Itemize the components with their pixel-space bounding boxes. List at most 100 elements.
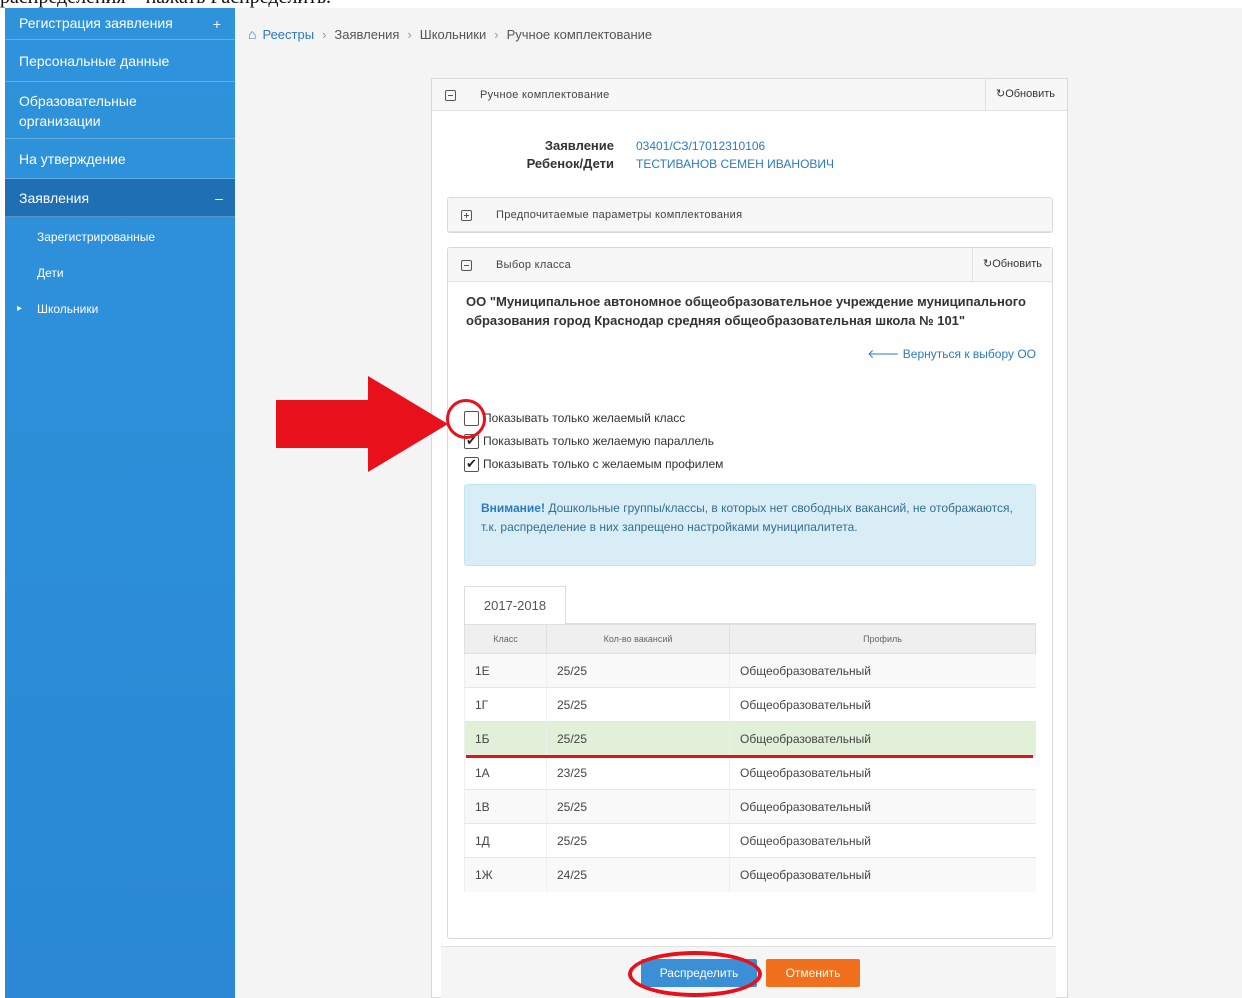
info-alert: Внимание! Дошкольные группы/классы, в ко… <box>464 484 1036 566</box>
cell-profile: Общеобразовательный <box>729 687 1036 722</box>
sidebar-item-orgs[interactable]: Образовательные организации <box>5 82 235 139</box>
cell-class: 1Д <box>464 823 547 858</box>
breadcrumb-item-registries[interactable]: Реестры <box>262 27 314 42</box>
sidebar-subitem-children[interactable]: Дети <box>5 259 235 287</box>
sidebar-item-label: Регистрация заявления <box>19 15 173 31</box>
breadcrumb-item-applications[interactable]: Заявления <box>334 27 399 42</box>
annotation-circle <box>446 399 486 439</box>
cell-profile: Общеобразовательный <box>729 789 1036 824</box>
column-header-profile[interactable]: Профиль <box>729 624 1036 654</box>
table-row[interactable]: 1Д 25/25 Общеобразовательный <box>464 823 1036 858</box>
panel-title: Ручное комплектование <box>480 89 610 101</box>
cell-class: 1Ж <box>464 857 547 892</box>
collapse-icon[interactable] <box>461 260 472 271</box>
table-row[interactable]: 1Ж 24/25 Общеобразовательный <box>464 857 1036 892</box>
chevron-right-icon: › <box>407 27 412 42</box>
tab-year[interactable]: 2017-2018 <box>464 586 566 624</box>
arrow-left-icon: 🡐 <box>867 347 903 361</box>
refresh-icon: ↻ <box>995 88 1006 100</box>
table-row[interactable]: 1Г 25/25 Общеобразовательный <box>464 687 1036 722</box>
cell-vacancies: 25/25 <box>546 687 730 722</box>
cell-profile: Общеобразовательный <box>729 653 1036 688</box>
annotation-circle <box>628 951 762 997</box>
class-selection-panel: Выбор класса ↻Обновить ОО "Муниципальное… <box>447 247 1053 939</box>
application-number[interactable]: 03401/СЗ/17012310106 <box>636 139 765 153</box>
breadcrumb-item-pupils[interactable]: Школьники <box>420 27 486 42</box>
table-row-selected[interactable]: 1Б 25/25 Общеобразовательный <box>464 721 1036 756</box>
table-row[interactable]: 1А 23/25 Общеобразовательный <box>464 755 1036 790</box>
panel-header: Ручное комплектование ↻Обновить <box>432 79 1067 111</box>
cell-class: 1А <box>464 755 547 790</box>
alert-text: Дошкольные группы/классы, в которых нет … <box>481 501 1013 534</box>
table-row[interactable]: 1Е 25/25 Общеобразовательный <box>464 653 1036 688</box>
annotation-arrow-icon <box>276 376 448 472</box>
sidebar-item-label: Персональные данные <box>19 53 170 69</box>
refresh-button[interactable]: ↻Обновить <box>984 79 1055 110</box>
plus-icon: + <box>212 15 221 32</box>
checkbox-desired-profile[interactable]: Показывать только с желаемым профилем <box>464 456 723 473</box>
chevron-right-icon: › <box>322 27 327 42</box>
sidebar-item-personal[interactable]: Персональные данные <box>5 40 235 82</box>
sidebar-item-approval[interactable]: На утверждение <box>5 139 235 179</box>
sidebar-item-register[interactable]: Регистрация заявления + <box>5 8 235 40</box>
refresh-label: Обновить <box>1005 88 1055 100</box>
back-link-label: Вернуться к выбору ОО <box>902 347 1036 361</box>
sidebar-subitem-registered[interactable]: Зарегистрированные <box>5 223 235 251</box>
chevron-right-icon: ▸ <box>17 303 23 314</box>
table-header-row: Класс Кол-во вакансий Профиль <box>464 624 1036 654</box>
document-caption: распределения – нажать Распределить. <box>0 0 1242 8</box>
checkbox-desired-parallel[interactable]: Показывать только желаемую параллель <box>464 433 715 450</box>
class-selection-header: Выбор класса ↻Обновить <box>448 248 1052 282</box>
preferences-title: Предпочитаемые параметры комплектования <box>496 209 743 221</box>
manual-assignment-panel: Ручное комплектование ↻Обновить Заявлени… <box>431 78 1068 998</box>
preferences-header[interactable]: Предпочитаемые параметры комплектования <box>448 198 1052 232</box>
breadcrumb-item-current: Ручное комплектование <box>506 27 653 42</box>
refresh-label: Обновить <box>992 258 1042 270</box>
table-row[interactable]: 1В 25/25 Общеобразовательный <box>464 789 1036 824</box>
cell-class: 1Г <box>464 687 547 722</box>
application-label: Заявление <box>544 138 614 153</box>
sidebar-item-label: Дети <box>37 266 64 280</box>
cell-vacancies: 25/25 <box>546 721 730 756</box>
minus-icon: – <box>215 189 223 206</box>
cell-vacancies: 25/25 <box>546 653 730 688</box>
cancel-button[interactable]: Отменить <box>766 959 860 987</box>
organization-name: ОО "Муниципальное автономное общеобразов… <box>466 294 1026 328</box>
cell-vacancies: 23/25 <box>546 755 730 790</box>
checkbox-label: Показывать только желаемый класс <box>483 411 686 425</box>
cell-profile: Общеобразовательный <box>729 721 1036 756</box>
refresh-button[interactable]: ↻Обновить <box>971 248 1042 281</box>
column-header-vacancies[interactable]: Кол-во вакансий <box>546 624 730 654</box>
cell-profile: Общеобразовательный <box>729 823 1036 858</box>
refresh-icon: ↻ <box>982 258 993 270</box>
cell-profile: Общеобразовательный <box>729 755 1036 790</box>
alert-title: Внимание! <box>481 501 545 515</box>
sidebar-item-label: Школьники <box>37 302 99 316</box>
sidebar-item-label: На утверждение <box>19 151 126 167</box>
preferences-panel: Предпочитаемые параметры комплектования <box>447 197 1053 233</box>
sidebar-item-applications[interactable]: Заявления – <box>5 179 243 217</box>
sidebar: Регистрация заявления + Персональные дан… <box>5 8 243 998</box>
cell-vacancies: 25/25 <box>546 823 730 858</box>
expand-icon[interactable] <box>461 210 472 221</box>
class-selection-title: Выбор класса <box>496 259 572 271</box>
cell-vacancies: 25/25 <box>546 789 730 824</box>
cell-profile: Общеобразовательный <box>729 857 1036 892</box>
sidebar-item-label: Образовательные организации <box>19 93 137 129</box>
cell-class: 1Б <box>464 721 547 756</box>
cell-class: 1Е <box>464 653 547 688</box>
column-header-class[interactable]: Класс <box>464 624 547 654</box>
home-icon[interactable]: ⌂ <box>248 26 256 42</box>
child-name[interactable]: ТЕСТИВАНОВ СЕМЕН ИВАНОВИЧ <box>636 157 834 171</box>
annotation-underline <box>466 755 1033 758</box>
sidebar-subitem-pupils[interactable]: ▸ Школьники <box>5 295 235 323</box>
sidebar-item-label: Зарегистрированные <box>37 230 156 244</box>
checkbox-desired-profile-box[interactable] <box>464 456 479 473</box>
checkbox-desired-class[interactable]: Показывать только желаемый класс <box>464 411 686 427</box>
child-label: Ребенок/Дети <box>526 156 614 171</box>
back-to-org-link[interactable]: 🡐 Вернуться к выбору ОО <box>867 346 1036 361</box>
chevron-right-icon: › <box>494 27 499 42</box>
breadcrumb: ⌂ Реестры › Заявления › Школьники › Ручное комп… <box>248 26 652 42</box>
checkbox-label: Показывать только желаемую параллель <box>483 434 715 448</box>
collapse-icon[interactable] <box>445 90 456 101</box>
